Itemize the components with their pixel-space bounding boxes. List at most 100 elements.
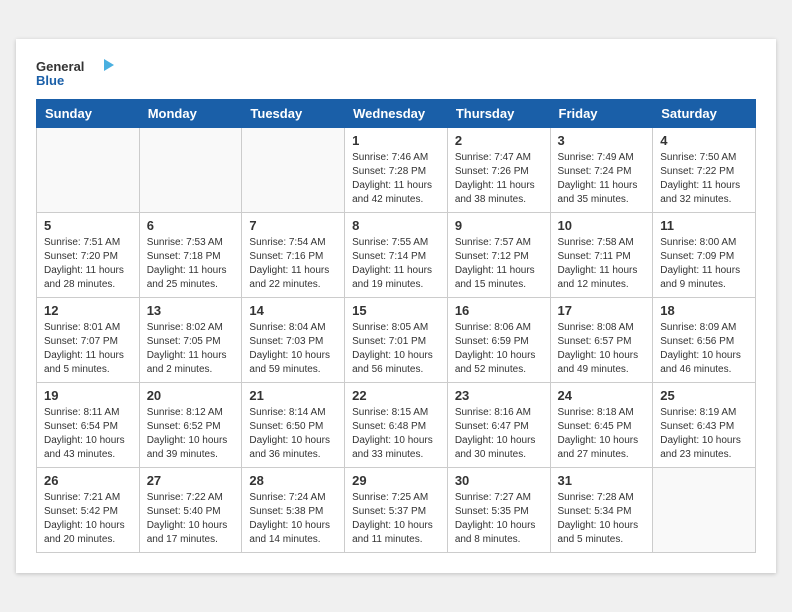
cell-info: Sunrise: 7:51 AMSunset: 7:20 PMDaylight:… [44, 236, 132, 292]
svg-text:Blue: Blue [36, 73, 64, 88]
cell-info: Sunrise: 8:02 AMSunset: 7:05 PMDaylight:… [147, 321, 235, 377]
cell-info: Sunrise: 8:06 AMSunset: 6:59 PMDaylight:… [455, 321, 543, 377]
cell-info: Sunrise: 8:11 AMSunset: 6:54 PMDaylight:… [44, 406, 132, 462]
calendar-week-3: 12 Sunrise: 8:01 AMSunset: 7:07 PMDayligh… [37, 298, 756, 383]
calendar-cell [139, 128, 242, 213]
calendar-week-5: 26Sunrise: 7:21 AMSunset: 5:42 PMDayligh… [37, 468, 756, 553]
day-number: 17 [558, 303, 646, 318]
col-tuesday: Tuesday [242, 100, 345, 128]
calendar-cell: 19 Sunrise: 8:11 AMSunset: 6:54 PMDayligh… [37, 383, 140, 468]
day-number: 6 [147, 218, 235, 233]
cell-info: Sunrise: 8:00 AMSunset: 7:09 PMDaylight:… [660, 236, 748, 292]
cell-info: Sunrise: 7:27 AMSunset: 5:35 PMDaylight:… [455, 491, 543, 547]
calendar-cell: 1 Sunrise: 7:46 AMSunset: 7:28 PMDaylight… [345, 128, 448, 213]
calendar-cell: 6 Sunrise: 7:53 AMSunset: 7:18 PMDaylight… [139, 213, 242, 298]
calendar-cell [37, 128, 140, 213]
cell-info: Sunrise: 8:09 AMSunset: 6:56 PMDaylight:… [660, 321, 748, 377]
day-number: 30 [455, 473, 543, 488]
cell-info: Sunrise: 7:24 AMSunset: 5:38 PMDaylight:… [249, 491, 337, 547]
cell-info: Sunrise: 8:01 AMSunset: 7:07 PMDaylight:… [44, 321, 132, 377]
calendar-header: General Blue [36, 55, 756, 89]
day-number: 3 [558, 133, 646, 148]
calendar-cell: 4 Sunrise: 7:50 AMSunset: 7:22 PMDaylight… [653, 128, 756, 213]
cell-info: Sunrise: 7:22 AMSunset: 5:40 PMDaylight:… [147, 491, 235, 547]
cell-info: Sunrise: 7:49 AMSunset: 7:24 PMDaylight:… [558, 151, 646, 207]
calendar-cell: 10 Sunrise: 7:58 AMSunset: 7:11 PMDayligh… [550, 213, 653, 298]
calendar-cell: 14 Sunrise: 8:04 AMSunset: 7:03 PMDayligh… [242, 298, 345, 383]
calendar-cell: 31 Sunrise: 7:28 AMSunset: 5:34 PMDayligh… [550, 468, 653, 553]
calendar-cell: 26Sunrise: 7:21 AMSunset: 5:42 PMDayligh… [37, 468, 140, 553]
day-number: 2 [455, 133, 543, 148]
cell-info: Sunrise: 8:15 AMSunset: 6:48 PMDaylight:… [352, 406, 440, 462]
day-number: 1 [352, 133, 440, 148]
calendar-cell: 21Sunrise: 8:14 AMSunset: 6:50 PMDayligh… [242, 383, 345, 468]
calendar-cell: 27 Sunrise: 7:22 AMSunset: 5:40 PMDayligh… [139, 468, 242, 553]
day-number: 9 [455, 218, 543, 233]
day-number: 24 [558, 388, 646, 403]
calendar-cell: 7Sunrise: 7:54 AMSunset: 7:16 PMDaylight… [242, 213, 345, 298]
day-number: 31 [558, 473, 646, 488]
day-number: 13 [147, 303, 235, 318]
cell-info: Sunrise: 8:12 AMSunset: 6:52 PMDaylight:… [147, 406, 235, 462]
day-number: 22 [352, 388, 440, 403]
cell-info: Sunrise: 7:47 AMSunset: 7:26 PMDaylight:… [455, 151, 543, 207]
calendar-week-2: 5 Sunrise: 7:51 AMSunset: 7:20 PMDaylight… [37, 213, 756, 298]
day-number: 16 [455, 303, 543, 318]
logo: General Blue [36, 55, 116, 89]
cell-info: Sunrise: 8:16 AMSunset: 6:47 PMDaylight:… [455, 406, 543, 462]
day-number: 7 [249, 218, 337, 233]
cell-info: Sunrise: 7:46 AMSunset: 7:28 PMDaylight:… [352, 151, 440, 207]
day-number: 5 [44, 218, 132, 233]
col-sunday: Sunday [37, 100, 140, 128]
cell-info: Sunrise: 8:19 AMSunset: 6:43 PMDaylight:… [660, 406, 748, 462]
day-number: 19 [44, 388, 132, 403]
calendar-container: General Blue Sunday Monday Tuesday Wedne… [16, 39, 776, 573]
day-number: 8 [352, 218, 440, 233]
day-number: 18 [660, 303, 748, 318]
cell-info: Sunrise: 7:53 AMSunset: 7:18 PMDaylight:… [147, 236, 235, 292]
calendar-cell: 22 Sunrise: 8:15 AMSunset: 6:48 PMDayligh… [345, 383, 448, 468]
svg-text:General: General [36, 59, 84, 74]
calendar-header-row: Sunday Monday Tuesday Wednesday Thursday… [37, 100, 756, 128]
logo-icon: General Blue [36, 55, 116, 89]
calendar-cell: 18 Sunrise: 8:09 AMSunset: 6:56 PMDayligh… [653, 298, 756, 383]
cell-info: Sunrise: 8:08 AMSunset: 6:57 PMDaylight:… [558, 321, 646, 377]
col-wednesday: Wednesday [345, 100, 448, 128]
col-monday: Monday [139, 100, 242, 128]
calendar-cell: 20Sunrise: 8:12 AMSunset: 6:52 PMDayligh… [139, 383, 242, 468]
day-number: 10 [558, 218, 646, 233]
calendar-cell: 9 Sunrise: 7:57 AMSunset: 7:12 PMDaylight… [447, 213, 550, 298]
cell-info: Sunrise: 7:58 AMSunset: 7:11 PMDaylight:… [558, 236, 646, 292]
cell-info: Sunrise: 8:18 AMSunset: 6:45 PMDaylight:… [558, 406, 646, 462]
calendar-cell: 16 Sunrise: 8:06 AMSunset: 6:59 PMDayligh… [447, 298, 550, 383]
day-number: 4 [660, 133, 748, 148]
col-thursday: Thursday [447, 100, 550, 128]
col-friday: Friday [550, 100, 653, 128]
calendar-cell: 12 Sunrise: 8:01 AMSunset: 7:07 PMDayligh… [37, 298, 140, 383]
cell-info: Sunrise: 7:50 AMSunset: 7:22 PMDaylight:… [660, 151, 748, 207]
calendar-cell [242, 128, 345, 213]
cell-info: Sunrise: 7:57 AMSunset: 7:12 PMDaylight:… [455, 236, 543, 292]
cell-info: Sunrise: 8:04 AMSunset: 7:03 PMDaylight:… [249, 321, 337, 377]
calendar-week-4: 19 Sunrise: 8:11 AMSunset: 6:54 PMDayligh… [37, 383, 756, 468]
calendar-week-1: 1 Sunrise: 7:46 AMSunset: 7:28 PMDaylight… [37, 128, 756, 213]
calendar-cell: 25Sunrise: 8:19 AMSunset: 6:43 PMDayligh… [653, 383, 756, 468]
calendar-cell: 23 Sunrise: 8:16 AMSunset: 6:47 PMDayligh… [447, 383, 550, 468]
cell-info: Sunrise: 7:28 AMSunset: 5:34 PMDaylight:… [558, 491, 646, 547]
calendar-cell: 17 Sunrise: 8:08 AMSunset: 6:57 PMDayligh… [550, 298, 653, 383]
calendar-cell: 15Sunrise: 8:05 AMSunset: 7:01 PMDayligh… [345, 298, 448, 383]
calendar-cell: 3 Sunrise: 7:49 AMSunset: 7:24 PMDaylight… [550, 128, 653, 213]
day-number: 29 [352, 473, 440, 488]
day-number: 23 [455, 388, 543, 403]
day-number: 27 [147, 473, 235, 488]
cell-info: Sunrise: 7:55 AMSunset: 7:14 PMDaylight:… [352, 236, 440, 292]
day-number: 28 [249, 473, 337, 488]
cell-info: Sunrise: 8:05 AMSunset: 7:01 PMDaylight:… [352, 321, 440, 377]
cell-info: Sunrise: 7:21 AMSunset: 5:42 PMDaylight:… [44, 491, 132, 547]
day-number: 14 [249, 303, 337, 318]
calendar-cell [653, 468, 756, 553]
day-number: 12 [44, 303, 132, 318]
calendar-cell: 5 Sunrise: 7:51 AMSunset: 7:20 PMDaylight… [37, 213, 140, 298]
calendar-table: Sunday Monday Tuesday Wednesday Thursday… [36, 99, 756, 553]
calendar-cell: 30 Sunrise: 7:27 AMSunset: 5:35 PMDayligh… [447, 468, 550, 553]
